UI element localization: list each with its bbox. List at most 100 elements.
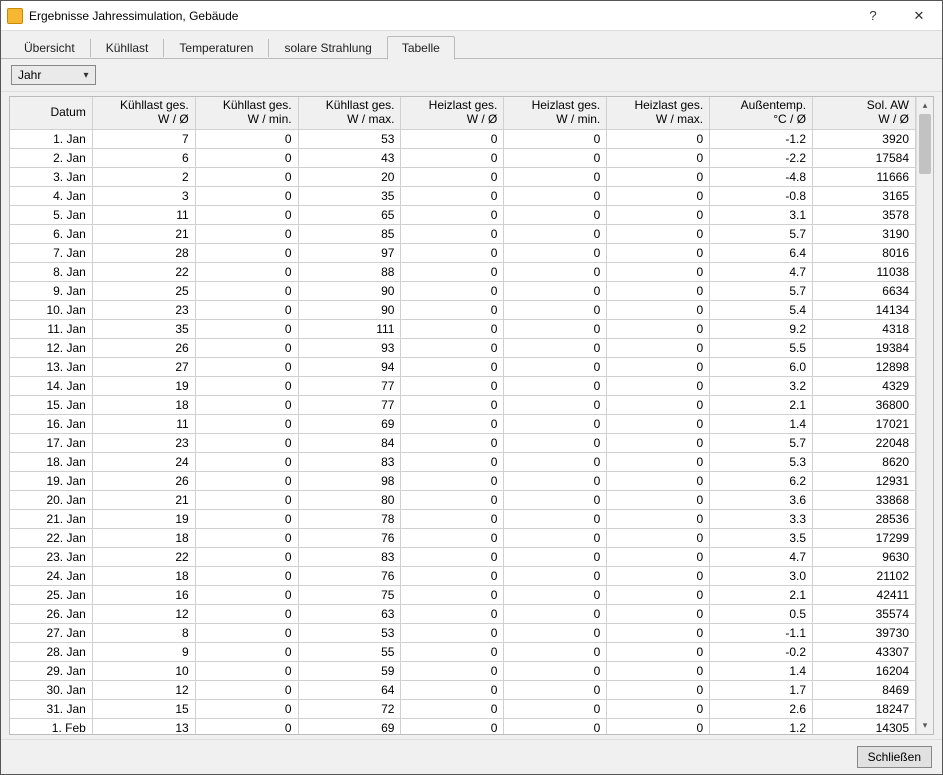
cell-value: 0: [607, 433, 710, 452]
column-header[interactable]: Datum: [10, 97, 92, 129]
cell-value: 0: [195, 680, 298, 699]
column-header[interactable]: Heizlast ges.W / Ø: [401, 97, 504, 129]
cell-value: 0: [401, 566, 504, 585]
tab-tabelle[interactable]: Tabelle: [387, 36, 455, 60]
table-row[interactable]: 10. Jan230900005.414134: [10, 300, 916, 319]
cell-value: 0: [504, 547, 607, 566]
cell-value: 16: [92, 585, 195, 604]
cell-value: 0: [607, 319, 710, 338]
table-row[interactable]: 21. Jan190780003.328536: [10, 509, 916, 528]
cell-date: 1. Feb: [10, 718, 92, 734]
cell-value: 22: [92, 262, 195, 281]
table-row[interactable]: 25. Jan160750002.142411: [10, 585, 916, 604]
cell-value: -0.8: [710, 186, 813, 205]
table-row[interactable]: 22. Jan180760003.517299: [10, 528, 916, 547]
cell-value: 3920: [813, 129, 916, 148]
cell-value: 0: [504, 623, 607, 642]
tab-solare-strahlung[interactable]: solare Strahlung: [269, 36, 386, 60]
cell-value: 6.0: [710, 357, 813, 376]
results-table: DatumKühllast ges.W / ØKühllast ges.W / …: [10, 97, 916, 734]
table-row[interactable]: 13. Jan270940006.012898: [10, 357, 916, 376]
column-header-line2: W / Ø: [403, 113, 497, 127]
table-row[interactable]: 8. Jan220880004.711038: [10, 262, 916, 281]
scroll-up-icon[interactable]: ▴: [917, 97, 933, 114]
period-combo[interactable]: Jahr ▾: [11, 65, 96, 85]
cell-value: 2.6: [710, 699, 813, 718]
cell-date: 15. Jan: [10, 395, 92, 414]
table-row[interactable]: 17. Jan230840005.722048: [10, 433, 916, 452]
tab-uebersicht[interactable]: Übersicht: [9, 36, 90, 60]
cell-value: 0: [504, 661, 607, 680]
table-row[interactable]: 7. Jan280970006.48016: [10, 243, 916, 262]
table-row[interactable]: 27. Jan8053000-1.139730: [10, 623, 916, 642]
column-header[interactable]: Kühllast ges.W / min.: [195, 97, 298, 129]
table-row[interactable]: 28. Jan9055000-0.243307: [10, 642, 916, 661]
table-row[interactable]: 1. Feb130690001.214305: [10, 718, 916, 734]
tab-kuehllast[interactable]: Kühllast: [91, 36, 164, 60]
column-header[interactable]: Heizlast ges.W / max.: [607, 97, 710, 129]
tab-temperaturen[interactable]: Temperaturen: [164, 36, 268, 60]
cell-value: 0: [607, 490, 710, 509]
table-row[interactable]: 19. Jan260980006.212931: [10, 471, 916, 490]
cell-value: 3.1: [710, 205, 813, 224]
column-header[interactable]: Sol. AWW / Ø: [813, 97, 916, 129]
table-row[interactable]: 4. Jan3035000-0.83165: [10, 186, 916, 205]
cell-value: 0: [607, 680, 710, 699]
table-row[interactable]: 26. Jan120630000.535574: [10, 604, 916, 623]
table-row[interactable]: 31. Jan150720002.618247: [10, 699, 916, 718]
cell-value: 23: [92, 433, 195, 452]
table-row[interactable]: 3. Jan2020000-4.811666: [10, 167, 916, 186]
cell-value: -1.1: [710, 623, 813, 642]
cell-value: 83: [298, 452, 401, 471]
column-header[interactable]: Außentemp.°C / Ø: [710, 97, 813, 129]
cell-value: 22048: [813, 433, 916, 452]
close-window-button[interactable]: ✕: [896, 1, 942, 31]
cell-value: 10: [92, 661, 195, 680]
cell-value: 5.7: [710, 433, 813, 452]
table-row[interactable]: 30. Jan120640001.78469: [10, 680, 916, 699]
cell-value: 0: [504, 604, 607, 623]
vscroll-track[interactable]: [917, 114, 933, 717]
table-row[interactable]: 12. Jan260930005.519384: [10, 338, 916, 357]
cell-value: 14134: [813, 300, 916, 319]
table-row[interactable]: 29. Jan100590001.416204: [10, 661, 916, 680]
table-row[interactable]: 1. Jan7053000-1.23920: [10, 129, 916, 148]
table-row[interactable]: 14. Jan190770003.24329: [10, 376, 916, 395]
cell-value: 12: [92, 680, 195, 699]
cell-date: 30. Jan: [10, 680, 92, 699]
app-icon: [7, 8, 23, 24]
cell-value: 111: [298, 319, 401, 338]
cell-value: 0: [195, 243, 298, 262]
vscroll-thumb[interactable]: [919, 114, 931, 174]
table-row[interactable]: 2. Jan6043000-2.217584: [10, 148, 916, 167]
scroll-down-icon[interactable]: ▾: [917, 717, 933, 734]
tab-label: solare Strahlung: [284, 41, 371, 55]
help-button[interactable]: ?: [850, 1, 896, 31]
table-row[interactable]: 23. Jan220830004.79630: [10, 547, 916, 566]
column-header-line2: W / Ø: [95, 113, 189, 127]
table-row[interactable]: 16. Jan110690001.417021: [10, 414, 916, 433]
table-row[interactable]: 9. Jan250900005.76634: [10, 281, 916, 300]
column-header[interactable]: Heizlast ges.W / min.: [504, 97, 607, 129]
table-row[interactable]: 6. Jan210850005.73190: [10, 224, 916, 243]
table-row[interactable]: 11. Jan3501110009.24318: [10, 319, 916, 338]
cell-value: 0: [195, 585, 298, 604]
cell-value: 0: [401, 357, 504, 376]
table-row[interactable]: 24. Jan180760003.021102: [10, 566, 916, 585]
table-row[interactable]: 18. Jan240830005.38620: [10, 452, 916, 471]
cell-date: 31. Jan: [10, 699, 92, 718]
cell-value: 0: [401, 509, 504, 528]
cell-value: 43307: [813, 642, 916, 661]
table-row[interactable]: 20. Jan210800003.633868: [10, 490, 916, 509]
cell-value: 0: [607, 262, 710, 281]
cell-date: 24. Jan: [10, 566, 92, 585]
table-row[interactable]: 5. Jan110650003.13578: [10, 205, 916, 224]
cell-value: 17021: [813, 414, 916, 433]
cell-value: 19384: [813, 338, 916, 357]
close-button[interactable]: Schließen: [857, 746, 932, 768]
vertical-scrollbar[interactable]: ▴ ▾: [916, 97, 933, 734]
column-header[interactable]: Kühllast ges.W / Ø: [92, 97, 195, 129]
cell-date: 8. Jan: [10, 262, 92, 281]
table-row[interactable]: 15. Jan180770002.136800: [10, 395, 916, 414]
column-header[interactable]: Kühllast ges.W / max.: [298, 97, 401, 129]
